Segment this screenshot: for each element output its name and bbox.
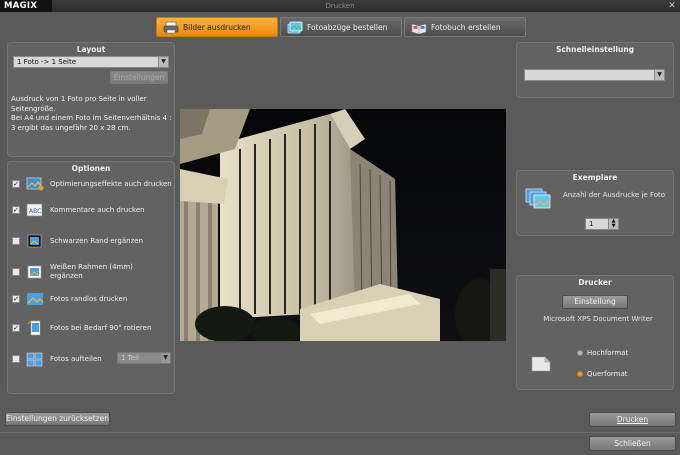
magix-logo: MAGIX [0,0,52,12]
close-icon[interactable]: ✕ [667,0,677,12]
tab-print-images[interactable]: Bilder ausdrucken [156,17,278,37]
photo-preview-image [180,109,506,341]
copies-title: Exemplare [572,173,618,182]
option-white-frame[interactable]: Weißen Rahmen (4mm) ergänzen [12,263,172,280]
photobook-icon [411,23,427,34]
option-split-label: Fotos aufteilen [50,354,102,363]
effects-icon [26,177,44,191]
options-title: Optionen [71,164,111,173]
radio-landscape[interactable] [577,371,583,377]
quick-settings-title: Schnelleinstellung [555,45,635,54]
tab-label: Bilder ausdrucken [183,22,251,32]
checkbox-comments[interactable]: ✓ [12,206,20,214]
tab-label: Fotoabzüge bestellen [307,22,388,32]
orientation-portrait[interactable]: Hochformat [577,349,628,357]
layout-settings-button[interactable]: Einstellungen [110,71,168,84]
tab-label: Fotobuch erstellen [431,22,501,32]
tab-order-prints[interactable]: Fotoabzüge bestellen [280,17,402,37]
borderless-icon [27,293,44,305]
spinner-arrows-icon[interactable]: ▲ ▼ [608,219,618,229]
layout-select[interactable]: 1 Foto -> 1 Seite ▼ [13,56,169,68]
orientation-landscape[interactable]: Querformat [577,370,628,378]
layout-description: Ausdruck von 1 Foto pro Seite in voller … [11,95,173,133]
checkbox-split[interactable] [12,355,20,363]
option-effects-label: Optimierungseffekte auch drucken [50,179,172,188]
split-select-value: 1 Teil [121,354,139,362]
checkbox-rotate[interactable]: ✓ [12,324,20,332]
mode-tabs: Bilder ausdrucken Fotoabzüge bestellen F… [156,17,526,37]
copies-label: Anzahl der Ausdrucke je Foto: [563,191,666,199]
printer-settings-button[interactable]: Einstellung [562,295,628,309]
svg-text:ABC: ABC [29,208,41,215]
copies-icon [525,188,551,209]
option-effects[interactable]: ✓ Optimierungseffekte auch drucken [12,176,172,192]
option-black-border-label: Schwarzen Rand ergänzen [50,236,144,245]
orientation-landscape-label: Querformat [587,370,628,378]
radio-portrait[interactable] [577,350,583,356]
option-black-border[interactable]: Schwarzen Rand ergänzen [12,233,172,249]
checkbox-effects[interactable]: ✓ [12,180,20,188]
quick-settings-select[interactable]: ▼ [524,69,665,81]
layout-select-value: 1 Foto -> 1 Seite [17,58,77,66]
orientation-portrait-label: Hochformat [587,349,629,357]
option-comments-label: Kommentare auch drucken [50,205,145,214]
rotate-icon [27,320,41,336]
window-title: Drucken [325,2,355,10]
tab-photobook[interactable]: Fotobuch erstellen [404,17,526,37]
option-borderless-label: Fotos randlos drucken [50,294,128,303]
checkbox-white-frame[interactable] [12,267,20,276]
option-borderless[interactable]: ✓ Fotos randlos drucken [12,291,172,307]
chevron-down-icon: ▼ [160,353,170,363]
copies-spinner[interactable]: 1 ▲ ▼ [585,218,619,230]
black-border-icon [27,234,42,248]
chevron-down-icon: ▼ [158,57,168,67]
title-bar: MAGIX Drucken ✕ [0,0,680,12]
print-button[interactable]: Drucken [589,412,676,427]
chevron-down-icon: ▼ [654,70,664,80]
reset-settings-button[interactable]: Einstellungen zurücksetzen [5,412,110,426]
option-comments[interactable]: ✓ ABC Kommentare auch drucken [12,202,172,218]
option-rotate[interactable]: ✓ Fotos bei Bedarf 90° rotieren [12,320,172,336]
checkbox-borderless[interactable]: ✓ [12,295,20,303]
comment-icon: ABC [26,203,43,217]
layout-description-text: Ausdruck von 1 Foto pro Seite in voller … [11,95,172,132]
white-frame-icon [27,265,42,278]
page-orientation-icon [531,356,551,372]
close-button[interactable]: Schließen [589,436,676,451]
split-icon [26,352,43,367]
photo-order-icon [287,21,303,33]
bottom-divider [0,432,680,433]
layout-title: Layout [76,45,106,54]
option-white-frame-label: Weißen Rahmen (4mm) ergänzen [50,263,133,280]
photo-preview [180,109,506,341]
copies-value: 1 [589,220,594,228]
printer-title: Drucker [578,278,612,287]
printer-icon [163,21,179,33]
printer-name: Microsoft XPS Document Writer [543,315,653,323]
checkbox-black-border[interactable] [12,237,20,245]
split-select[interactable]: 1 Teil ▼ [117,352,171,364]
option-rotate-label: Fotos bei Bedarf 90° rotieren [50,323,152,332]
